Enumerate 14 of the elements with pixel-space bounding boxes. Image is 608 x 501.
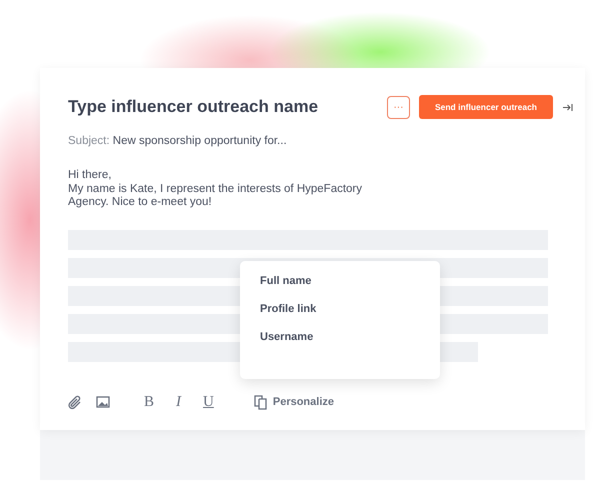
message-text[interactable]: Hi there, My name is Kate, I represent the interests of HypeFactory Agency. Nice to e-meet you! (68, 169, 557, 210)
menu-item[interactable]: Username (260, 331, 440, 343)
outreach-title[interactable]: Type influencer outreach name (68, 97, 387, 117)
personalize-button[interactable]: Personalize (254, 394, 334, 410)
format-button[interactable]: B (140, 394, 158, 410)
menu-item[interactable]: Profile link (260, 303, 440, 315)
format-button[interactable]: U (199, 394, 218, 410)
image-icon[interactable] (96, 396, 110, 408)
collapse-icon[interactable] (563, 102, 573, 112)
menu-item[interactable]: Full name (260, 275, 440, 287)
subject-line[interactable]: Subject: New sponsorship opportunity for... (68, 135, 557, 147)
paperclip-icon[interactable] (68, 394, 82, 410)
format-button[interactable]: I (172, 394, 186, 410)
copy-icon (254, 394, 267, 410)
